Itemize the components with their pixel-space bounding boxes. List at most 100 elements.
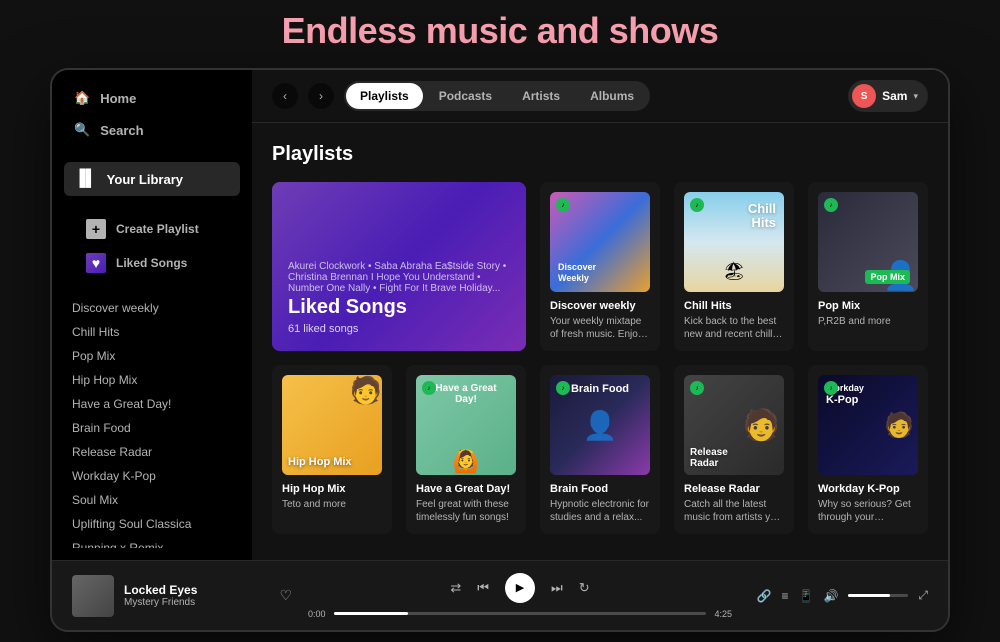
chill-hits-desc: Kick back to the best new and recent chi… <box>684 315 784 341</box>
chill-hits-card[interactable]: ♪ ChillHits 🏖 Chill Hits Kick back to th… <box>674 182 794 351</box>
progress-bar-container: 0:00 4:25 <box>308 609 732 619</box>
tab-playlists[interactable]: Playlists <box>346 83 423 109</box>
liked-songs-label: Liked Songs <box>116 256 187 270</box>
workday-kpop-name: Workday K-Pop <box>818 483 918 495</box>
back-button[interactable]: ‹ <box>272 83 298 109</box>
sidebar-library-section: ▐▌ Your Library <box>52 162 252 196</box>
workday-kpop-card[interactable]: ♪ 🧑 WorkdayK-Pop Workday K-Pop Why so se… <box>808 365 928 534</box>
pop-mix-desc: P,R2B and more <box>818 315 918 328</box>
player-track: Locked Eyes Mystery Friends ♡ <box>72 575 292 617</box>
lib-item-brain[interactable]: Brain Food <box>72 416 232 440</box>
hip-hop-mix-name: Hip Hop Mix <box>282 483 382 495</box>
great-day-thumb: ♪ Have a Great Day! 🙆 <box>416 375 516 475</box>
sidebar-library-list: Discover weekly Chill Hits Pop Mix Hip H… <box>52 296 252 548</box>
sidebar-item-search[interactable]: 🔍 Search <box>64 114 240 146</box>
tab-podcasts[interactable]: Podcasts <box>425 83 506 109</box>
device-frame: 🏠 Home 🔍 Search ▐▌ Your Library <box>50 68 950 632</box>
lib-item-running[interactable]: Running x Remix <box>72 536 232 548</box>
topbar: ‹ › Playlists Podcasts Artists Albums S … <box>252 70 948 123</box>
release-radar-card[interactable]: ♪ 🧑 ReleaseRadar Release Radar Catch all… <box>674 365 794 534</box>
sidebar-item-home[interactable]: 🏠 Home <box>64 82 240 114</box>
spotify-badge-workday: ♪ <box>824 381 838 395</box>
liked-songs-title: Liked Songs <box>288 296 510 319</box>
queue-icon[interactable]: ≡ <box>781 589 788 603</box>
chill-hits-label: ChillHits <box>748 202 776 231</box>
shuffle-button[interactable]: ⇄ <box>450 580 461 596</box>
workday-kpop-desc: Why so serious? Get through your workday… <box>818 498 918 524</box>
chill-hits-thumb: ♪ ChillHits 🏖 <box>684 192 784 292</box>
discover-weekly-thumb: ♪ Discover Weekly <box>550 192 650 292</box>
lib-item-soul[interactable]: Soul Mix <box>72 488 232 512</box>
sidebar: 🏠 Home 🔍 Search ▐▌ Your Library <box>52 70 252 560</box>
forward-button[interactable]: › <box>308 83 334 109</box>
player-buttons: ⇄ ⏮ ▶ ⏭ ↻ <box>450 573 589 603</box>
brain-food-card[interactable]: ♪ 👤 Brain Food Brain Food Hypnotic elect… <box>540 365 660 534</box>
hip-hop-mix-thumb: Hip Hop Mix 🧑 <box>282 375 382 475</box>
lib-item-workday[interactable]: Workday K-Pop <box>72 464 232 488</box>
tab-albums[interactable]: Albums <box>576 83 648 109</box>
home-icon: 🏠 <box>74 90 90 106</box>
liked-songs-desc-text: Akurei Clockwork • Saba Abraha Ea$tside … <box>288 261 510 294</box>
brain-food-label: Brain Food <box>558 383 642 395</box>
playlists-section: Playlists Akurei Clockwork • Saba Abraha… <box>252 123 948 560</box>
user-name: Sam <box>882 89 907 103</box>
playlists-grid: Akurei Clockwork • Saba Abraha Ea$tside … <box>272 182 928 534</box>
heart-icon: ♥ <box>86 253 106 273</box>
release-radar-desc: Catch all the latest music from artists … <box>684 498 784 524</box>
release-radar-name: Release Radar <box>684 483 784 495</box>
spotify-badge-pop: ♪ <box>824 198 838 212</box>
player-track-info: Locked Eyes Mystery Friends <box>124 583 269 608</box>
chevron-down-icon: ▾ <box>913 91 918 102</box>
lib-item-great[interactable]: Have a Great Day! <box>72 392 232 416</box>
pop-mix-name: Pop Mix <box>818 300 918 312</box>
volume-fill <box>848 594 890 597</box>
prev-button[interactable]: ⏮ <box>477 580 489 596</box>
spotify-badge-brain: ♪ <box>556 381 570 395</box>
lib-item-discover[interactable]: Discover weekly <box>72 296 232 320</box>
pop-mix-card[interactable]: ♪ 👤 Pop Mix Pop Mix P,R2B and more <box>808 182 928 351</box>
liked-songs-card[interactable]: Akurei Clockwork • Saba Abraha Ea$tside … <box>272 182 526 351</box>
time-current: 0:00 <box>308 609 326 619</box>
hip-hop-mix-desc: Teto and more <box>282 498 382 511</box>
player-right: 🔗 ≡ 📱 🔊 ⤢ <box>748 588 928 603</box>
sidebar-actions: + Create Playlist ♥ Liked Songs <box>52 212 252 280</box>
workday-kpop-thumb: ♪ 🧑 WorkdayK-Pop <box>818 375 918 475</box>
volume-icon[interactable]: 🔊 <box>823 589 838 603</box>
player-controls: ⇄ ⏮ ▶ ⏭ ↻ 0:00 4:25 <box>308 573 732 619</box>
device-icon[interactable]: 📱 <box>798 589 813 603</box>
have-great-day-card[interactable]: ♪ Have a Great Day! 🙆 Have a Great Day! … <box>406 365 526 534</box>
create-playlist-button[interactable]: + Create Playlist <box>64 212 240 246</box>
lib-item-pop[interactable]: Pop Mix <box>72 344 232 368</box>
liked-songs-sub: 61 liked songs <box>288 323 510 335</box>
volume-bar[interactable] <box>848 594 908 597</box>
fullscreen-icon[interactable]: ⤢ <box>918 588 928 603</box>
tab-artists[interactable]: Artists <box>508 83 574 109</box>
lib-item-chill[interactable]: Chill Hits <box>72 320 232 344</box>
lib-item-uplifting[interactable]: Uplifting Soul Classica <box>72 512 232 536</box>
user-avatar: S <box>852 84 876 108</box>
great-day-person-icon: 🙆 <box>452 449 479 475</box>
release-radar-label: ReleaseRadar <box>690 447 778 469</box>
connect-icon[interactable]: 🔗 <box>757 589 772 603</box>
discover-weekly-name: Discover weekly <box>550 300 650 312</box>
player-heart-icon[interactable]: ♡ <box>279 587 292 604</box>
player-bar: Locked Eyes Mystery Friends ♡ ⇄ ⏮ ▶ ⏭ ↻ … <box>52 560 948 630</box>
discover-weekly-card[interactable]: ♪ Discover Weekly Discover weekly Your w… <box>540 182 660 351</box>
beach-chair-icon: 🏖 <box>723 261 746 282</box>
next-button[interactable]: ⏭ <box>551 580 563 596</box>
chill-hits-name: Chill Hits <box>684 300 784 312</box>
repeat-button[interactable]: ↻ <box>579 580 590 596</box>
liked-songs-button[interactable]: ♥ Liked Songs <box>64 246 240 280</box>
lib-item-hiphop[interactable]: Hip Hop Mix <box>72 368 232 392</box>
create-playlist-label: Create Playlist <box>116 222 199 236</box>
progress-track[interactable] <box>334 612 707 615</box>
search-icon: 🔍 <box>74 122 90 138</box>
lib-item-radar[interactable]: Release Radar <box>72 440 232 464</box>
user-badge[interactable]: S Sam ▾ <box>848 80 928 112</box>
brain-food-desc: Hypnotic electronic for studies and a re… <box>550 498 650 524</box>
play-button[interactable]: ▶ <box>505 573 535 603</box>
discover-weekly-desc: Your weekly mixtape of fresh music. Enjo… <box>550 315 650 341</box>
hip-hop-mix-card[interactable]: Hip Hop Mix 🧑 Hip Hop Mix Teto and more <box>272 365 392 534</box>
main-area: 🏠 Home 🔍 Search ▐▌ Your Library <box>52 70 948 560</box>
sidebar-item-library[interactable]: ▐▌ Your Library <box>64 162 240 196</box>
